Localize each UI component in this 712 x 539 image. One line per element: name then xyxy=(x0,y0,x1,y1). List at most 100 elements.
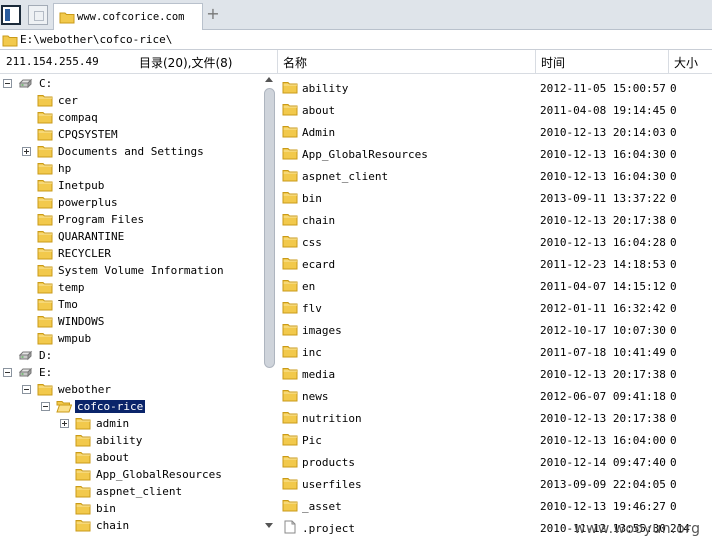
file-row[interactable]: _asset 2010-12-13 19:46:27 0 xyxy=(278,494,712,516)
file-name: products xyxy=(302,456,355,469)
file-row[interactable]: images 2012-10-17 10:07:30 0 xyxy=(278,318,712,340)
collapse-minus-icon[interactable] xyxy=(3,79,12,88)
address-bar[interactable]: E:\webother\cofco-rice\ xyxy=(0,30,712,50)
tree-node[interactable]: QUARANTINE xyxy=(0,228,262,245)
file-row[interactable]: Pic 2010-12-13 16:04:00 0 xyxy=(278,428,712,450)
tree-node[interactable]: RECYCLER xyxy=(0,245,262,262)
tree-node[interactable]: Documents and Settings xyxy=(0,143,262,160)
tree-node[interactable]: temp xyxy=(0,279,262,296)
column-header-time[interactable]: 时间 xyxy=(541,54,565,71)
file-time: 2010-12-13 20:17:38 xyxy=(540,214,666,227)
file-row[interactable]: bin 2013-09-11 13:37:22 0 xyxy=(278,186,712,208)
folder-icon xyxy=(37,331,53,348)
file-time: 2011-12-23 14:18:53 xyxy=(540,258,666,271)
tree-node[interactable]: CPQSYSTEM xyxy=(0,126,262,143)
file-row[interactable]: chain 2010-12-13 20:17:38 0 xyxy=(278,208,712,230)
tree-node[interactable]: Program Files xyxy=(0,211,262,228)
folder-tree: C: cer compaq CPQSYSTEM Documents and Settin… xyxy=(0,74,277,539)
folder-icon xyxy=(37,299,53,311)
tab-cofcorice[interactable]: www.cofcorice.com xyxy=(53,3,203,30)
tree-node[interactable]: App_GlobalResources xyxy=(0,466,262,483)
expand-plus-icon[interactable] xyxy=(22,147,31,156)
folder-icon xyxy=(37,333,53,345)
column-divider[interactable] xyxy=(668,50,669,74)
tree-node-label: webother xyxy=(58,383,111,396)
open-folder-icon xyxy=(56,399,73,416)
tree-node[interactable]: about xyxy=(0,449,262,466)
file-name: ecard xyxy=(302,258,336,271)
file-row[interactable]: aspnet_client 2010-12-13 16:04:30 0 xyxy=(278,164,712,186)
file-row[interactable]: inc 2011-07-18 10:41:49 0 xyxy=(278,340,712,362)
tree-node[interactable]: bin xyxy=(0,500,262,517)
expand-plus-icon[interactable] xyxy=(60,419,69,428)
file-list: ability 2012-11-05 15:00:57 0 about 2011-04-… xyxy=(278,74,712,539)
tree-node[interactable]: webother xyxy=(0,381,262,398)
file-row[interactable]: media 2010-12-13 20:17:38 0 xyxy=(278,362,712,384)
file-row[interactable]: about 2011-04-08 19:14:45 0 xyxy=(278,98,712,120)
file-row[interactable]: css 2010-12-13 16:04:28 0 xyxy=(278,230,712,252)
file-row[interactable]: ability 2012-11-05 15:00:57 0 xyxy=(278,76,712,98)
column-divider[interactable] xyxy=(535,50,536,74)
scroll-thumb[interactable] xyxy=(264,88,275,368)
folder-icon xyxy=(37,212,53,229)
tree-node[interactable]: E: xyxy=(0,364,262,381)
tree-node[interactable]: compaq xyxy=(0,109,262,126)
scroll-up-arrow-icon[interactable] xyxy=(265,77,273,82)
tree-node-label: bin xyxy=(96,502,116,515)
tree-node[interactable]: powerplus xyxy=(0,194,262,211)
new-tab-button[interactable]: + xyxy=(205,6,221,22)
folder-icon xyxy=(282,124,298,141)
panel-toggle-button[interactable] xyxy=(1,5,21,25)
tree-node[interactable]: Inetpub xyxy=(0,177,262,194)
tree-node[interactable]: wmpub xyxy=(0,330,262,347)
tree-node[interactable]: D: xyxy=(0,347,262,364)
collapse-minus-icon[interactable] xyxy=(41,402,50,411)
folder-icon xyxy=(75,469,91,481)
tree-node-label: QUARANTINE xyxy=(58,230,125,243)
folder-icon xyxy=(282,322,298,339)
file-size: 0 xyxy=(670,346,677,359)
file-name: nutrition xyxy=(302,412,362,425)
folder-icon xyxy=(37,146,53,158)
file-icon xyxy=(284,520,296,534)
file-row[interactable]: ecard 2011-12-23 14:18:53 0 xyxy=(278,252,712,274)
folder-icon xyxy=(37,263,53,280)
file-row[interactable]: nutrition 2010-12-13 20:17:38 0 xyxy=(278,406,712,428)
tree-node-label: chain xyxy=(96,519,130,532)
drive-icon xyxy=(18,76,34,93)
tree-scrollbar[interactable] xyxy=(263,74,277,531)
tree-node[interactable]: ability xyxy=(0,432,262,449)
tree-node[interactable]: System Volume Information xyxy=(0,262,262,279)
file-row[interactable]: userfiles 2013-09-09 22:04:05 0 xyxy=(278,472,712,494)
file-row[interactable]: news 2012-06-07 09:41:18 0 xyxy=(278,384,712,406)
tree-node[interactable]: Tmo xyxy=(0,296,262,313)
tree-node[interactable]: C: xyxy=(0,75,262,92)
file-row[interactable]: Admin 2010-12-13 20:14:03 0 xyxy=(278,120,712,142)
tree-node[interactable]: cofco-rice xyxy=(0,398,262,415)
file-size: 0 xyxy=(670,390,677,403)
window-button[interactable] xyxy=(28,5,48,25)
collapse-minus-icon[interactable] xyxy=(22,385,31,394)
file-row[interactable]: products 2010-12-14 09:47:40 0 xyxy=(278,450,712,472)
tree-node[interactable]: hp xyxy=(0,160,262,177)
tree-node-label: Inetpub xyxy=(58,179,105,192)
column-divider[interactable] xyxy=(277,50,278,74)
file-size: 0 xyxy=(670,302,677,315)
tree-node[interactable]: WINDOWS xyxy=(0,313,262,330)
tree-node[interactable]: aspnet_client xyxy=(0,483,262,500)
file-size: 0 xyxy=(670,500,677,513)
scroll-down-arrow-icon[interactable] xyxy=(265,523,273,528)
file-row[interactable]: App_GlobalResources 2010-12-13 16:04:30 0 xyxy=(278,142,712,164)
column-header-name[interactable]: 名称 xyxy=(283,54,307,71)
tree-node[interactable]: admin xyxy=(0,415,262,432)
file-size: 0 xyxy=(670,126,677,139)
tree-node[interactable]: chain xyxy=(0,517,262,534)
column-header-size[interactable]: 大小 xyxy=(674,54,698,71)
collapse-minus-icon[interactable] xyxy=(3,368,12,377)
file-name: _asset xyxy=(302,500,342,513)
file-row[interactable]: flv 2012-01-11 16:32:42 0 xyxy=(278,296,712,318)
file-size: 0 xyxy=(670,214,677,227)
tree-node[interactable]: cer xyxy=(0,92,262,109)
file-name: Admin xyxy=(302,126,336,139)
file-row[interactable]: en 2011-04-07 14:15:12 0 xyxy=(278,274,712,296)
